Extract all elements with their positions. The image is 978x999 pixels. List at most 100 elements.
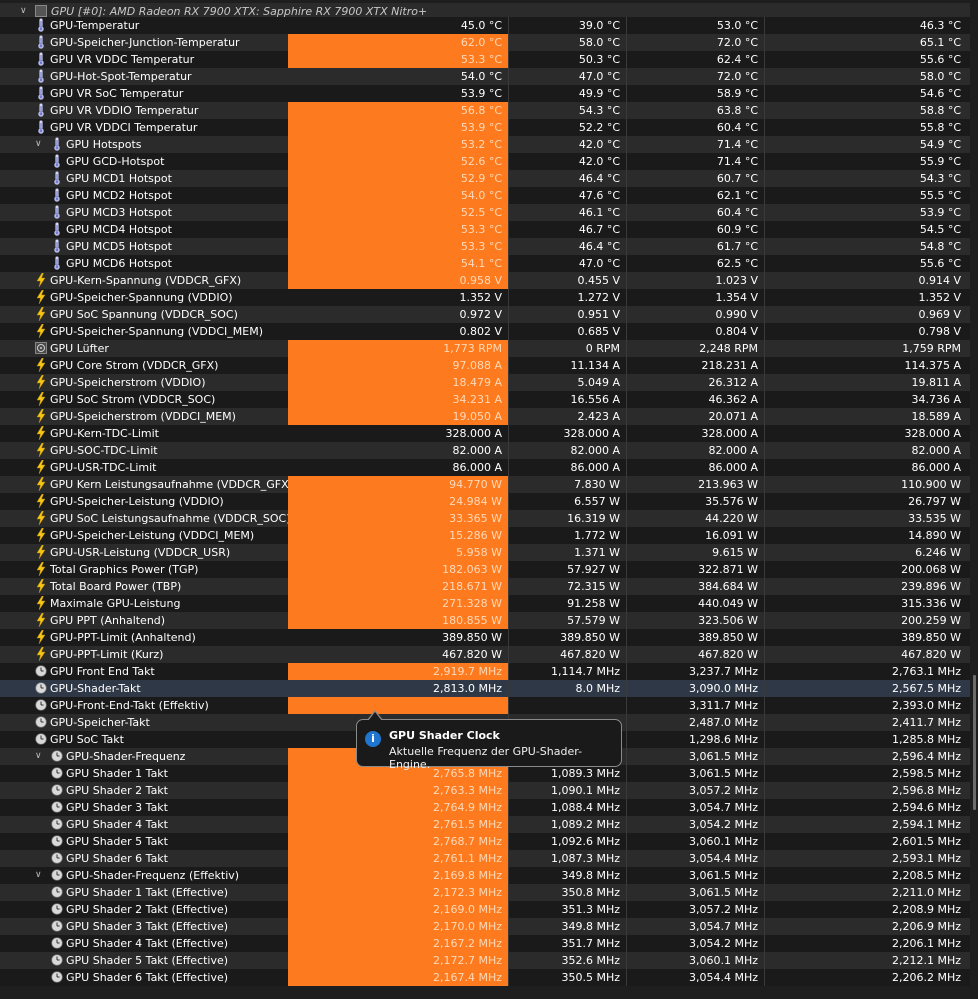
sensor-row[interactable]: GPU-Speicher-Junction-Temperatur 62.0 °C 5… — [0, 34, 978, 51]
max-value: 62.5 °C — [626, 255, 764, 272]
current-value: 1,773 RPM — [288, 340, 508, 357]
sensor-row[interactable]: GPU Shader 5 Takt (Effective) 2,172.7 MHz… — [0, 952, 978, 969]
sensor-row[interactable]: GPU PPT (Anhaltend) 180.855 W 57.579 W 323.… — [0, 612, 978, 629]
sensor-row[interactable]: GPU MCD5 Hotspot 53.3 °C 46.4 °C 61.7 °C 54.… — [0, 238, 978, 255]
sensor-row[interactable]: GPU VR SoC Temperatur 53.9 °C 49.9 °C 58.9 … — [0, 85, 978, 102]
sensor-label: GPU MCD5 Hotspot — [66, 240, 172, 253]
max-value: 440.049 W — [626, 595, 764, 612]
info-icon: i — [365, 731, 381, 747]
sensor-row[interactable]: GPU-PPT-Limit (Anhaltend) 389.850 W 389.85… — [0, 629, 978, 646]
sensor-row[interactable]: GPU MCD2 Hotspot 54.0 °C 47.6 °C 62.1 °C 55.… — [0, 187, 978, 204]
sensor-name-cell: ∨ GPU-Shader-Frequenz — [0, 748, 288, 765]
sensor-row[interactable]: GPU-Kern-TDC-Limit 328.000 A 328.000 A 328.… — [0, 425, 978, 442]
sensor-row[interactable]: GPU-Speicher-Spannung (VDDCI_MEM) 0.802 V… — [0, 323, 978, 340]
max-value: 3,061.5 MHz — [626, 884, 764, 901]
sensor-row[interactable]: GPU MCD3 Hotspot 52.5 °C 46.1 °C 60.4 °C 53.… — [0, 204, 978, 221]
sensor-row[interactable]: GPU Lüfter 1,773 RPM 0 RPM 2,248 RPM 1,759 R… — [0, 340, 978, 357]
sensor-row[interactable]: GPU Shader 4 Takt 2,761.5 MHz 1,089.2 MHz 3… — [0, 816, 978, 833]
sensor-row[interactable]: GPU-Shader-Takt 2,813.0 MHz 8.0 MHz 3,090.0… — [0, 680, 978, 697]
current-value: 2,919.7 MHz — [288, 663, 508, 680]
max-value: 3,061.5 MHz — [626, 765, 764, 782]
sensor-row[interactable]: GPU SoC Strom (VDDCR_SOC) 34.231 A 16.556 … — [0, 391, 978, 408]
sensor-label: GPU-Speicher-Spannung (VDDIO) — [50, 291, 233, 304]
sensor-row[interactable]: GPU-Front-End-Takt (Effektiv) 3,311.7 MHz… — [0, 697, 978, 714]
sensor-row[interactable]: GPU-Speicherstrom (VDDIO) 18.479 A 5.049 A… — [0, 374, 978, 391]
max-value: 3,060.1 MHz — [626, 952, 764, 969]
sensor-row[interactable]: GPU Kern Leistungsaufnahme (VDDCR_GFX) 94… — [0, 476, 978, 493]
max-value: 35.576 W — [626, 493, 764, 510]
sensor-row[interactable]: GPU-Temperatur 45.0 °C 39.0 °C 53.0 °C 46.3 … — [0, 17, 978, 34]
sensor-label: GPU Core Strom (VDDCR_GFX) — [50, 359, 219, 372]
sensor-row[interactable]: GPU Shader 5 Takt 2,768.7 MHz 1,092.6 MHz 3… — [0, 833, 978, 850]
sensor-row[interactable]: GPU VR VDDC Temperatur 53.3 °C 50.3 °C 62.4… — [0, 51, 978, 68]
sensor-row[interactable]: GPU Shader 1 Takt (Effective) 2,172.3 MHz… — [0, 884, 978, 901]
clock-icon — [51, 800, 63, 814]
current-value: 2,167.2 MHz — [288, 935, 508, 952]
sensor-row[interactable]: Maximale GPU-Leistung 271.328 W 91.258 W 44… — [0, 595, 978, 612]
sensor-row[interactable]: GPU-Kern-Spannung (VDDCR_GFX) 0.958 V 0.45… — [0, 272, 978, 289]
max-value: 16.091 W — [626, 527, 764, 544]
sensor-row[interactable]: GPU Shader 2 Takt 2,763.3 MHz 1,090.1 MHz 3… — [0, 782, 978, 799]
sensor-row[interactable]: GPU SoC Spannung (VDDCR_SOC) 0.972 V 0.951… — [0, 306, 978, 323]
max-value: 389.850 W — [626, 629, 764, 646]
sensor-row[interactable]: GPU VR VDDIO Temperatur 56.8 °C 54.3 °C 63.… — [0, 102, 978, 119]
sensor-row[interactable]: GPU MCD6 Hotspot 54.1 °C 47.0 °C 62.5 °C 55.… — [0, 255, 978, 272]
bolt-icon — [35, 561, 47, 577]
sensor-row[interactable]: GPU-Speicher-Spannung (VDDIO) 1.352 V 1.27… — [0, 289, 978, 306]
sensor-row[interactable]: GPU-Speicher-Leistung (VDDIO) 24.984 W 6.5… — [0, 493, 978, 510]
max-value: 72.0 °C — [626, 68, 764, 85]
current-value: 467.820 W — [442, 648, 502, 661]
sensor-label: GPU-Speicher-Junction-Temperatur — [50, 36, 240, 49]
min-value: 349.8 MHz — [508, 918, 626, 935]
expand-chevron-icon[interactable]: ∨ — [35, 136, 42, 153]
sensor-label: GPU Hotspots — [66, 138, 142, 151]
sensor-label: GPU-USR-Leistung (VDDCR_USR) — [50, 546, 231, 559]
scrollbar-thumb[interactable] — [973, 675, 976, 810]
sensor-label: GPU-Shader-Frequenz — [66, 750, 186, 763]
avg-value: 2,594.6 MHz — [764, 799, 964, 816]
sensor-row[interactable]: GPU Shader 2 Takt (Effective) 2,169.0 MHz… — [0, 901, 978, 918]
avg-value: 239.896 W — [764, 578, 964, 595]
min-value: 351.3 MHz — [508, 901, 626, 918]
sensor-row[interactable]: GPU Shader 6 Takt (Effective) 2,167.4 MHz… — [0, 969, 978, 986]
max-value: 61.7 °C — [626, 238, 764, 255]
sensor-row[interactable]: GPU-Speicher-Leistung (VDDCI_MEM) 15.286 … — [0, 527, 978, 544]
expand-chevron-icon[interactable]: ∨ — [35, 748, 42, 765]
sensor-name-cell: GPU Core Strom (VDDCR_GFX) — [0, 357, 288, 374]
sensor-row[interactable]: GPU Shader 3 Takt 2,764.9 MHz 1,088.4 MHz 3… — [0, 799, 978, 816]
sensor-row[interactable]: GPU Shader 4 Takt (Effective) 2,167.2 MHz… — [0, 935, 978, 952]
sensor-row[interactable]: GPU-Speicherstrom (VDDCI_MEM) 19.050 A 2.4… — [0, 408, 978, 425]
sensor-name-cell: Total Board Power (TBP) — [0, 578, 288, 595]
sensor-row[interactable]: GPU Front End Takt 2,919.7 MHz 1,114.7 MHz… — [0, 663, 978, 680]
clock-icon — [51, 851, 63, 865]
sensor-row[interactable]: GPU MCD1 Hotspot 52.9 °C 46.4 °C 60.7 °C 54.… — [0, 170, 978, 187]
sensor-row[interactable]: ∨ GPU Hotspots 53.2 °C 42.0 °C 71.4 °C 54.9 °… — [0, 136, 978, 153]
avg-value: 200.068 W — [764, 561, 964, 578]
avg-value: 54.6 °C — [764, 85, 964, 102]
sensor-row[interactable]: GPU Core Strom (VDDCR_GFX) 97.088 A 11.134… — [0, 357, 978, 374]
sensor-row[interactable]: GPU SoC Leistungsaufnahme (VDDCR_SOC) 33.… — [0, 510, 978, 527]
expand-chevron-icon[interactable]: ∨ — [35, 867, 42, 884]
sensor-row[interactable]: GPU-USR-TDC-Limit 86.000 A 86.000 A 86.000 … — [0, 459, 978, 476]
sensor-row[interactable]: GPU GCD-Hotspot 52.6 °C 42.0 °C 71.4 °C 55.9… — [0, 153, 978, 170]
sensor-row[interactable]: GPU-PPT-Limit (Kurz) 467.820 W 467.820 W 46… — [0, 646, 978, 663]
sensor-row[interactable]: GPU Shader 6 Takt 2,761.1 MHz 1,087.3 MHz 3… — [0, 850, 978, 867]
avg-value: 46.3 °C — [764, 17, 964, 34]
sensor-tree[interactable]: ∨ GPU [#0]: AMD Radeon RX 7900 XTX: Sapp… — [0, 0, 978, 999]
max-value: 322.871 W — [626, 561, 764, 578]
vertical-scrollbar[interactable] — [970, 0, 978, 999]
sensor-row[interactable]: ∨ GPU-Shader-Frequenz (Effektiv) 2,169.8 M… — [0, 867, 978, 884]
avg-value: 389.850 W — [764, 629, 964, 646]
sensor-row[interactable]: GPU VR VDDCI Temperatur 53.9 °C 52.2 °C 60.… — [0, 119, 978, 136]
sensor-row[interactable]: GPU MCD4 Hotspot 53.3 °C 46.7 °C 60.9 °C 54.… — [0, 221, 978, 238]
min-value: 0.685 V — [508, 323, 626, 340]
sensor-row[interactable]: Total Graphics Power (TGP) 182.063 W 57.92… — [0, 561, 978, 578]
sensor-row[interactable]: GPU-Hot-Spot-Temperatur 54.0 °C 47.0 °C 72.… — [0, 68, 978, 85]
sensor-row[interactable]: GPU Shader 3 Takt (Effective) 2,170.0 MHz… — [0, 918, 978, 935]
sensor-label: GPU-USR-TDC-Limit — [50, 461, 157, 474]
max-value: 82.000 A — [626, 442, 764, 459]
sensor-row[interactable]: GPU-SOC-TDC-Limit 82.000 A 82.000 A 82.000 … — [0, 442, 978, 459]
sensor-row[interactable]: Total Board Power (TBP) 218.671 W 72.315 W… — [0, 578, 978, 595]
sensor-row[interactable]: GPU-USR-Leistung (VDDCR_USR) 5.958 W 1.371… — [0, 544, 978, 561]
min-value: 39.0 °C — [508, 17, 626, 34]
